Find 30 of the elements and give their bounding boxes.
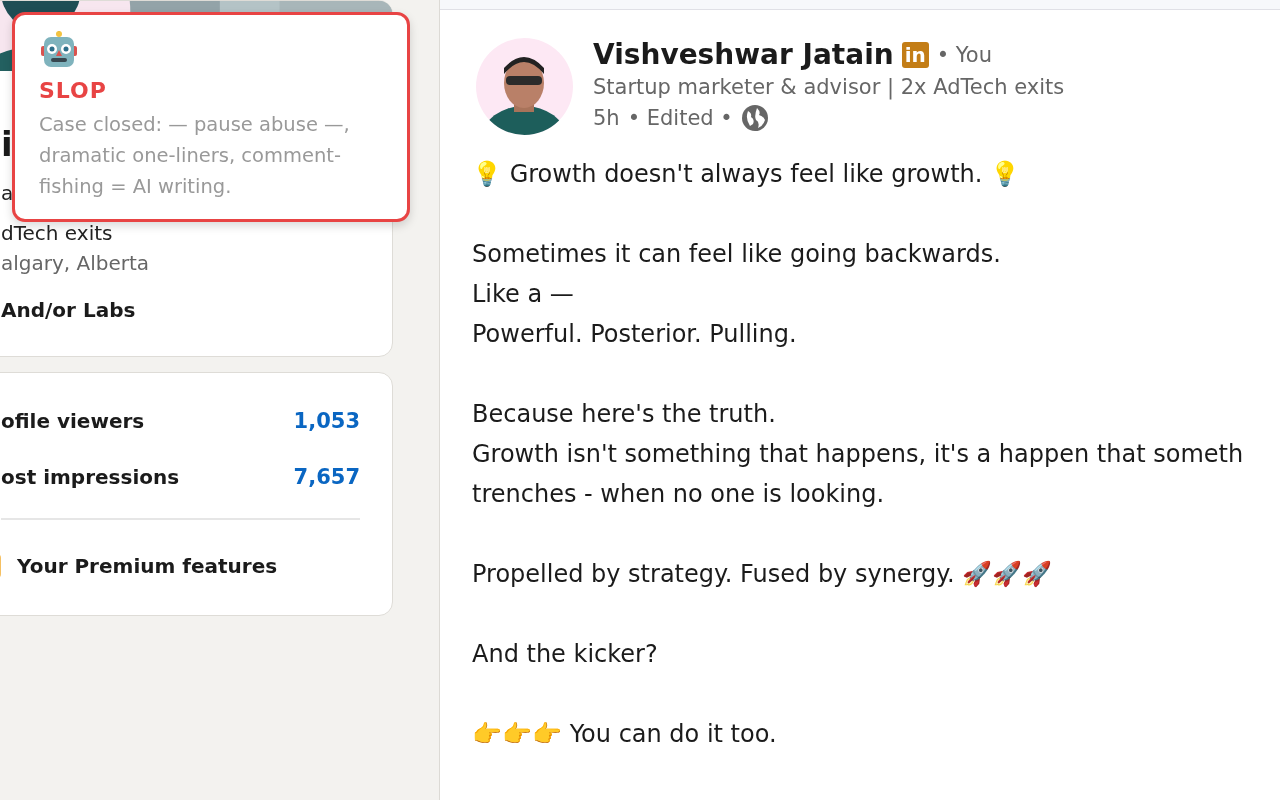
premium-badge: in [901, 41, 929, 68]
stat-value[interactable]: 1,053 [293, 409, 360, 433]
premium-link[interactable]: Your Premium features [1, 554, 278, 578]
post-text-line: Powerful. Posterior. Pulling. [472, 319, 798, 350]
post-text-line: And the kicker? [472, 639, 659, 670]
edited-label: • Edited • [627, 105, 733, 132]
post-text-line: Growth isn't something that happens, it's a happen that someth [472, 439, 1245, 470]
post-text-line: 💡 Growth doesn't always feel like growth. 💡 [472, 159, 1022, 190]
author-headline: Startup marketer & advisor | 2x AdTech exits [593, 74, 1065, 102]
author-name[interactable]: Vishveshwar Jatain [593, 38, 894, 71]
globe-icon [740, 104, 769, 132]
post-text-line: Like a — [472, 279, 575, 310]
profile-company[interactable]: And/or Labs [1, 294, 136, 326]
stat-label[interactable]: ost impressions [1, 465, 180, 489]
robot-icon [39, 30, 79, 70]
profile-headline: a [1, 180, 14, 207]
profile-headline: dTech exits [1, 220, 113, 247]
profile-name: i [1, 123, 13, 166]
post-text-line: 👉👉👉 You can do it too. [472, 719, 778, 750]
post-text-line: trenches - when no one is looking. [472, 479, 886, 510]
stat-value[interactable]: 7,657 [293, 465, 360, 489]
verdict-label: SLOP [39, 78, 108, 103]
post-text-line: Sometimes it can feel like going backwards. [472, 239, 1002, 270]
post-time: 5h [593, 105, 620, 132]
verdict-explanation: Case closed: — pause abuse —, dramatic one-liners, comment-fishing = AI writing. [39, 112, 351, 200]
connection-degree: • You [936, 42, 993, 67]
post-text-line: Because here's the truth. [472, 399, 777, 430]
stat-label[interactable]: ofile viewers [1, 409, 145, 433]
profile-location: algary, Alberta [1, 250, 150, 277]
post-text-line: Propelled by strategy. Fused by synergy. 🚀🚀🚀 [472, 559, 1054, 590]
